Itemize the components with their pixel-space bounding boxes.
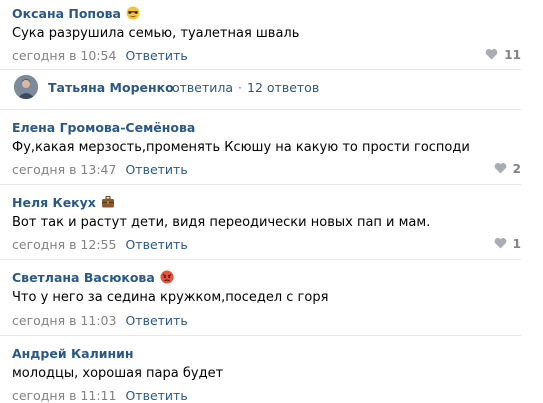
comment-time[interactable]: сегодня в 10:54: [12, 48, 116, 63]
like-button[interactable]: 11: [485, 48, 521, 62]
avatar-photo-icon: [14, 75, 38, 99]
angry-face-emoji-icon: [160, 270, 174, 284]
like-button[interactable]: 2: [494, 162, 521, 176]
comment-meta: сегодня в 10:54 Ответить: [12, 48, 188, 63]
like-count: 1: [512, 237, 521, 251]
divider: [0, 335, 521, 336]
comment-author-name[interactable]: Неля Кекух: [12, 195, 115, 210]
author-name-text[interactable]: Светлана Васюкова: [12, 270, 155, 285]
comment-time[interactable]: сегодня в 12:55: [12, 237, 116, 252]
replies-thread-summary[interactable]: Татьяна Моренко ответила · 12 ответов: [0, 70, 521, 110]
heart-icon: [494, 237, 506, 249]
reply-button[interactable]: Ответить: [125, 388, 187, 403]
like-count: 11: [504, 48, 521, 62]
comment-text: Фу,какая мерзость,променять Ксюшу на как…: [12, 140, 470, 155]
reply-button[interactable]: Ответить: [125, 313, 187, 328]
thread-info[interactable]: ответила · 12 ответов: [172, 80, 319, 95]
divider: [0, 259, 521, 260]
like-count: 2: [512, 162, 521, 176]
reply-button[interactable]: Ответить: [125, 237, 187, 252]
comment-author-name[interactable]: Светлана Васюкова: [12, 270, 174, 285]
briefcase-emoji-icon: [101, 195, 114, 208]
reply-button[interactable]: Ответить: [125, 48, 187, 63]
sunglasses-emoji-icon: [126, 6, 140, 20]
comment-meta: сегодня в 13:47 Ответить: [12, 162, 188, 177]
divider: [0, 184, 521, 185]
comment-text: Что у него за седина кружком,поседел с г…: [12, 290, 329, 305]
comment-time[interactable]: сегодня в 11:03: [12, 313, 116, 328]
comment-text: молодцы, хорошая пара будет: [12, 366, 224, 381]
avatar[interactable]: [14, 75, 38, 99]
thread-author-name[interactable]: Татьяна Моренко: [48, 80, 174, 95]
comment-text: Сука разрушила семью, туалетная шваль: [12, 26, 300, 41]
comment-text: Вот так и растут дети, видя переодически…: [12, 215, 431, 230]
comment-author-name[interactable]: Андрей Калинин: [12, 346, 134, 361]
comment-meta: сегодня в 12:55 Ответить: [12, 237, 188, 252]
comment-author-name[interactable]: Оксана Попова: [12, 6, 140, 21]
comment-meta: сегодня в 11:11 Ответить: [12, 388, 188, 403]
comment-time[interactable]: сегодня в 13:47: [12, 162, 116, 177]
heart-icon: [494, 162, 506, 174]
reply-button[interactable]: Ответить: [125, 162, 187, 177]
comment-meta: сегодня в 11:03 Ответить: [12, 313, 188, 328]
author-name-text[interactable]: Неля Кекух: [12, 195, 96, 210]
comment-time[interactable]: сегодня в 11:11: [12, 388, 116, 403]
reply-count: 12 ответов: [247, 80, 320, 95]
author-name-text[interactable]: Оксана Попова: [12, 6, 121, 21]
comment-author-name[interactable]: Елена Громова-Семёнова: [12, 120, 195, 135]
heart-icon: [485, 48, 498, 60]
separator-dot: ·: [238, 80, 243, 95]
like-button[interactable]: 1: [494, 237, 521, 251]
thread-action: ответила: [172, 80, 234, 95]
divider: [0, 109, 521, 110]
